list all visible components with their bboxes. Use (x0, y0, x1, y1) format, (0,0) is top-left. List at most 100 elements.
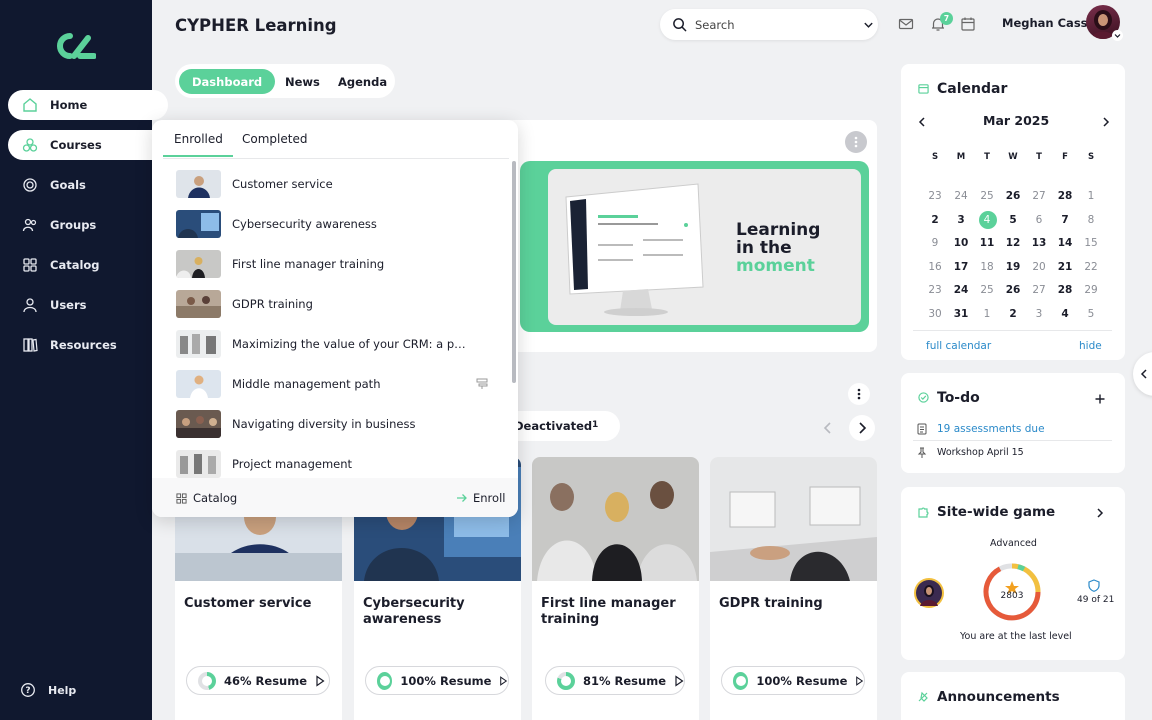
courses-prev-button[interactable] (815, 415, 841, 441)
calendar-prev-button[interactable] (913, 113, 935, 131)
calendar-day[interactable]: 28 (1052, 280, 1078, 300)
calendar-day[interactable]: 14 (1052, 233, 1078, 253)
calendar-day[interactable]: 5 (1078, 304, 1104, 324)
course-card[interactable]: GDPR training 100% Resume (710, 457, 877, 720)
add-todo-button[interactable] (1094, 393, 1106, 405)
calendar-day[interactable]: 2 (1000, 304, 1026, 324)
courses-menu-button[interactable] (848, 383, 870, 405)
course-title[interactable]: GDPR training (719, 596, 869, 612)
calendar-day[interactable]: 3 (948, 210, 974, 230)
sidebar-item-courses[interactable]: Courses (8, 130, 168, 160)
calendar-day[interactable]: 23 (922, 186, 948, 206)
calendar-day[interactable]: 27 (1026, 280, 1052, 300)
progress-ring (198, 671, 216, 690)
user-menu-chevron[interactable] (1112, 30, 1123, 41)
calendar-day[interactable]: 25 (974, 186, 1000, 206)
course-title[interactable]: First line manager training (541, 596, 691, 628)
list-item[interactable]: Navigating diversity in business (176, 409, 506, 439)
search-input[interactable]: Search (695, 18, 735, 32)
calendar-day[interactable]: 8 (1078, 210, 1104, 230)
dropdown-scrollbar[interactable] (512, 161, 516, 383)
calendar-day[interactable]: 19 (1000, 257, 1026, 277)
course-title[interactable]: Cybersecurity awareness (363, 596, 513, 628)
list-item[interactable]: Maximizing the value of your CRM: a post… (176, 329, 506, 359)
calendar-next-button[interactable] (1097, 113, 1119, 131)
full-calendar-link[interactable]: full calendar (926, 340, 991, 352)
calendar-day[interactable]: 10 (948, 233, 974, 253)
tab-enrolled[interactable]: Enrolled (174, 132, 223, 146)
calendar-day[interactable]: 2 (922, 210, 948, 230)
calendar-day[interactable]: 25 (974, 280, 1000, 300)
search-bar[interactable]: Search (660, 9, 878, 40)
todo-item[interactable]: Workshop April 15 (937, 447, 1024, 458)
resume-button[interactable]: 46% Resume (186, 666, 330, 695)
list-item[interactable]: Project management (176, 449, 506, 479)
list-item[interactable]: Customer service (176, 169, 506, 199)
enroll-link[interactable]: Enroll (456, 491, 505, 505)
filter-pill[interactable]: Deactivated 1 (500, 411, 620, 441)
calendar-day[interactable]: 1 (1078, 186, 1104, 206)
calendar-day[interactable]: 17 (948, 257, 974, 277)
sidebar-item-catalog[interactable]: Catalog (8, 250, 168, 280)
sidebar-item-groups[interactable]: Groups (8, 210, 168, 240)
calendar-day[interactable]: 7 (1052, 210, 1078, 230)
tab-dashboard[interactable]: Dashboard (179, 69, 276, 94)
calendar-day[interactable]: 9 (922, 233, 948, 253)
calendar-day[interactable]: 28 (1052, 186, 1078, 206)
user-name[interactable]: Meghan Cass (1002, 16, 1088, 30)
catalog-link[interactable]: Catalog (176, 491, 237, 505)
calendar-day[interactable]: 12 (1000, 233, 1026, 253)
course-card[interactable]: First line manager training 81% Resume (532, 457, 699, 720)
tab-news[interactable]: News (285, 69, 320, 94)
calendar-day[interactable]: 27 (1026, 186, 1052, 206)
list-item[interactable]: Middle management path (176, 369, 506, 399)
calendar-day[interactable]: 26 (1000, 186, 1026, 206)
courses-next-button[interactable] (849, 415, 875, 441)
resume-button[interactable]: 81% Resume (545, 666, 685, 695)
calendar-day[interactable]: 1 (974, 304, 1000, 324)
calendar-icon[interactable] (960, 16, 976, 32)
resume-button[interactable]: 100% Resume (365, 666, 509, 695)
list-item[interactable]: GDPR training (176, 289, 506, 319)
tab-agenda[interactable]: Agenda (338, 69, 387, 94)
search-scope-dropdown[interactable] (851, 13, 874, 36)
list-item[interactable]: First line manager training (176, 249, 506, 279)
avatar[interactable] (914, 578, 944, 608)
calendar-day[interactable]: 13 (1026, 233, 1052, 253)
calendar-day[interactable]: 21 (1052, 257, 1078, 277)
sidebar-item-goals[interactable]: Goals (8, 170, 168, 200)
calendar-day[interactable]: 18 (974, 257, 1000, 277)
todo-item-link[interactable]: 19 assessments due (937, 423, 1045, 435)
calendar-day[interactable]: 15 (1078, 233, 1104, 253)
hide-calendar-link[interactable]: hide (1079, 340, 1102, 352)
calendar-day[interactable]: 30 (922, 304, 948, 324)
calendar-day[interactable]: 23 (922, 280, 948, 300)
calendar-day[interactable]: 20 (1026, 257, 1052, 277)
calendar-day[interactable]: 22 (1078, 257, 1104, 277)
calendar-day[interactable]: 26 (1000, 280, 1026, 300)
list-item[interactable]: Cybersecurity awareness (176, 209, 506, 239)
calendar-day[interactable]: 6 (1026, 210, 1052, 230)
logo-icon[interactable] (56, 32, 96, 60)
resume-button[interactable]: 100% Resume (721, 666, 865, 695)
course-title[interactable]: Customer service (184, 596, 334, 612)
calendar-day[interactable]: 5 (1000, 210, 1026, 230)
banner-menu-button[interactable] (845, 131, 867, 153)
help-link[interactable]: ? Help (6, 675, 166, 705)
calendar-day[interactable]: 4 (974, 210, 1000, 230)
mail-icon[interactable] (898, 16, 914, 32)
calendar-day[interactable]: 29 (1078, 280, 1104, 300)
calendar-day[interactable]: 24 (948, 280, 974, 300)
sidebar-item-home[interactable]: Home (8, 90, 168, 120)
calendar-day[interactable]: 24 (948, 186, 974, 206)
tab-completed[interactable]: Completed (242, 132, 307, 146)
calendar-day[interactable]: 31 (948, 304, 974, 324)
chevron-right-icon[interactable] (1095, 507, 1105, 519)
calendar-day[interactable]: 3 (1026, 304, 1052, 324)
sidebar-item-users[interactable]: Users (8, 290, 168, 320)
calendar-day[interactable]: 11 (974, 233, 1000, 253)
sidebar-item-resources[interactable]: Resources (8, 330, 168, 360)
calendar-day[interactable]: 4 (1052, 304, 1078, 324)
calendar-day[interactable]: 16 (922, 257, 948, 277)
collapse-panel-button[interactable] (1133, 352, 1152, 396)
